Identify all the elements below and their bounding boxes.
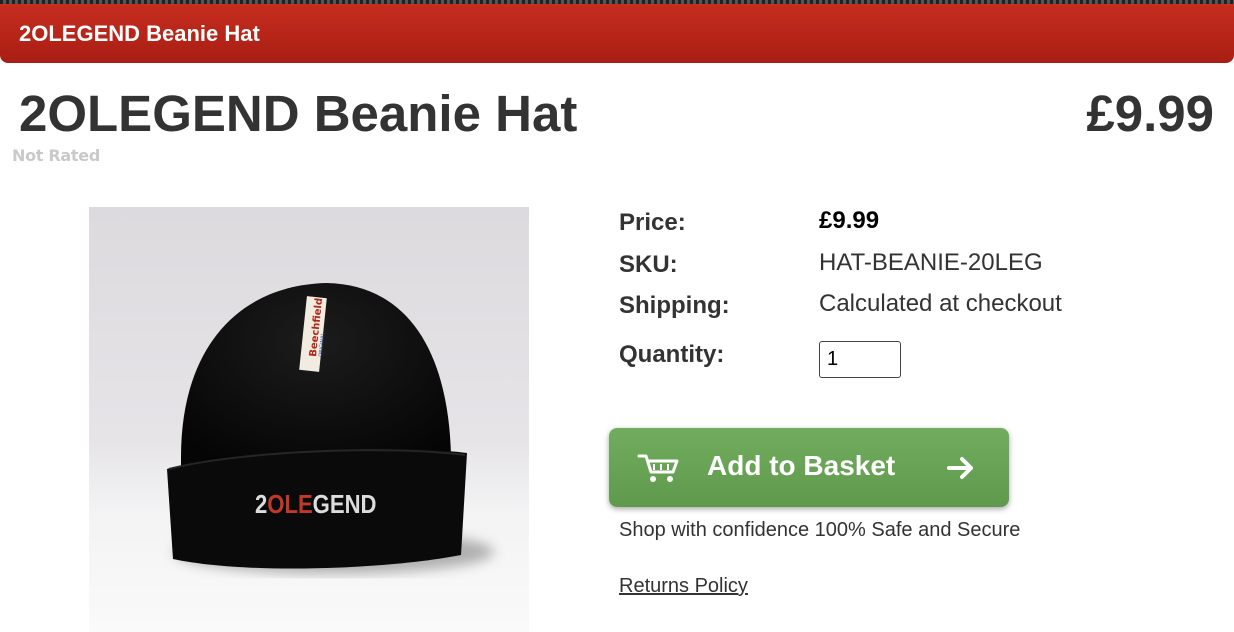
rating-status: Not Rated (12, 146, 100, 165)
title-bar-text: 2OLEGEND Beanie Hat (19, 20, 260, 46)
confidence-text: Shop with confidence 100% Safe and Secur… (619, 519, 1021, 541)
quantity-input[interactable] (819, 341, 901, 378)
page-title: 2OLEGEND Beanie Hat (19, 85, 578, 142)
sku-value: HAT-BEANIE-20LEG (819, 249, 1043, 276)
shipping-label: Shipping: (619, 292, 730, 319)
add-to-basket-button[interactable]: Add to Basket (609, 428, 1009, 507)
quantity-label: Quantity: (619, 341, 725, 368)
product-image[interactable]: Beechfield ORIGINAL 2OLEGEND (89, 207, 529, 632)
returns-policy-link[interactable]: Returns Policy (619, 575, 748, 598)
price-label: Price: (619, 209, 686, 236)
arrow-right-icon (946, 455, 976, 486)
embroidery-text: 2OLEGEND (255, 490, 376, 519)
beanie-photo: Beechfield ORIGINAL 2OLEGEND (89, 207, 529, 632)
header-price: £9.99 (1086, 85, 1214, 142)
add-to-basket-label: Add to Basket (707, 450, 896, 481)
sku-label: SKU: (619, 251, 678, 278)
shipping-value: Calculated at checkout (819, 290, 1062, 317)
cart-icon (637, 452, 681, 489)
title-bar: 2OLEGEND Beanie Hat (0, 4, 1234, 63)
price-value: £9.99 (819, 207, 880, 234)
